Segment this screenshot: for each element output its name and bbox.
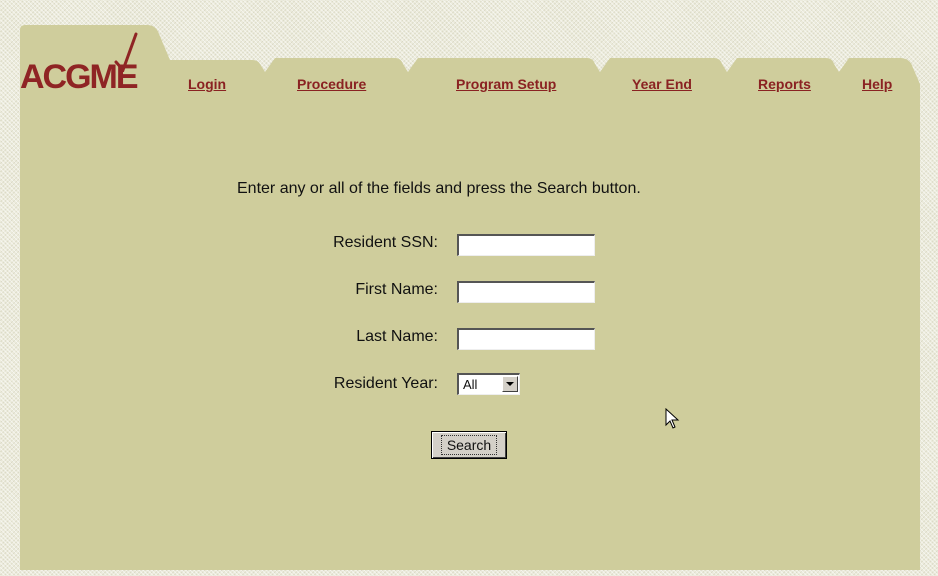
resident-ssn-label: Resident SSN: [333, 234, 438, 251]
last-name-label: Last Name: [356, 328, 438, 345]
main-panel: ACGME Login Procedure Program Setup Year… [20, 22, 920, 570]
dropdown-button[interactable] [502, 376, 518, 392]
nav-procedure[interactable]: Procedure [297, 76, 366, 92]
chevron-down-icon [506, 382, 514, 386]
resident-year-label: Resident Year: [333, 375, 438, 392]
first-name-input[interactable] [457, 281, 595, 303]
resident-year-select[interactable]: All [457, 373, 520, 395]
logo-checkmark-icon [114, 32, 138, 72]
search-button-label: Search [440, 435, 498, 455]
nav-help[interactable]: Help [862, 76, 892, 92]
search-instructions: Enter any or all of the fields and press… [237, 180, 641, 197]
nav-year-end[interactable]: Year End [632, 76, 692, 92]
search-button[interactable]: Search [431, 431, 507, 459]
nav-login[interactable]: Login [188, 76, 226, 92]
last-name-input[interactable] [457, 328, 595, 350]
nav-reports[interactable]: Reports [758, 76, 811, 92]
resident-year-selected-value: All [463, 377, 478, 392]
resident-ssn-input[interactable] [457, 234, 595, 256]
first-name-label: First Name: [355, 281, 438, 298]
mouse-pointer-icon [665, 408, 680, 429]
nav-program-setup[interactable]: Program Setup [456, 76, 556, 92]
